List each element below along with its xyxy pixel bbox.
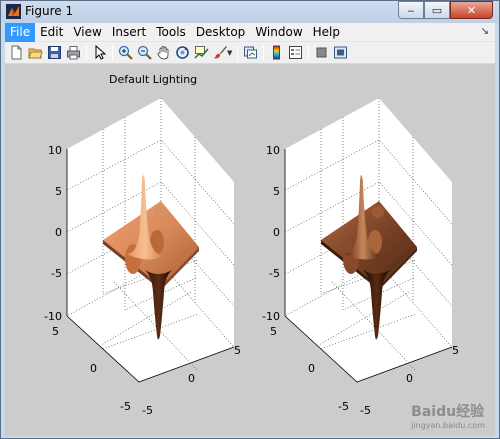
- watermark-subtext: jingyan.baidu.com: [411, 421, 485, 430]
- open-icon: [28, 48, 43, 59]
- close-button[interactable]: ✕: [450, 1, 493, 19]
- z-tick-label: 5: [55, 185, 62, 198]
- edit-plot-icon: [95, 45, 107, 60]
- menu-edit[interactable]: Edit: [35, 23, 68, 42]
- left-3d-axes[interactable]: 10 5 0 -5 -10 5 0 -5 5 0 -5: [5, 64, 250, 436]
- z-tick-label: -10: [262, 310, 280, 323]
- toolbar-separator: [86, 44, 87, 61]
- colorbar-icon: [273, 45, 281, 60]
- z-tick-label: 0: [55, 226, 62, 239]
- maximize-button[interactable]: ▭: [424, 1, 450, 19]
- y-tick-label: 0: [308, 362, 315, 375]
- watermark-text: Baidu经验: [411, 404, 485, 420]
- toolbar-separator: [237, 44, 239, 61]
- z-tick-label: 10: [48, 144, 62, 157]
- y-tick-label: 5: [52, 325, 59, 338]
- minimize-button[interactable]: ‒: [398, 1, 424, 19]
- hide-plot-tools-icon: [316, 47, 327, 58]
- toolbar-separator: [308, 44, 310, 61]
- menu-bar: File Edit View Insert Tools Desktop Wind…: [5, 22, 495, 42]
- z-tick-label: -10: [44, 310, 62, 323]
- show-plot-tools-button[interactable]: [331, 44, 350, 62]
- z-tick-label: 5: [273, 185, 280, 198]
- y-tick-label: -5: [338, 400, 349, 413]
- baidu-watermark: Baidu经验 jingyan.baidu.com: [411, 401, 485, 430]
- hide-plot-tools-button[interactable]: [312, 44, 331, 62]
- menu-window[interactable]: Window: [250, 23, 307, 42]
- x-tick-label: -5: [142, 404, 153, 417]
- y-tick-label: 5: [270, 325, 277, 338]
- zoom-in-icon: [118, 45, 133, 60]
- menu-insert[interactable]: Insert: [107, 23, 151, 42]
- legend-button[interactable]: [286, 44, 305, 62]
- z-tick-label: 0: [273, 226, 280, 239]
- figure-window: Figure 1 ‒ ▭ ✕ File Edit View Insert Too…: [0, 0, 500, 439]
- colorbar-button[interactable]: [267, 44, 286, 62]
- link-plot-button[interactable]: [241, 44, 260, 62]
- zoom-out-button[interactable]: [135, 44, 154, 62]
- menu-view[interactable]: View: [68, 23, 106, 42]
- data-cursor-icon: [194, 46, 209, 59]
- show-plot-tools-icon: [334, 46, 348, 59]
- open-button[interactable]: [26, 44, 45, 62]
- menu-help[interactable]: Help: [308, 23, 345, 42]
- brush-icon: [214, 46, 227, 59]
- dock-arrow-icon[interactable]: ↘: [481, 26, 489, 37]
- zoom-out-icon: [137, 45, 152, 60]
- rotate-3d-button[interactable]: [173, 44, 192, 62]
- toolbar-separator: [112, 44, 113, 61]
- brush-dropdown-icon[interactable]: ▼: [227, 49, 232, 57]
- new-figure-icon: [11, 45, 22, 60]
- z-tick-label: -5: [269, 267, 280, 280]
- save-icon: [48, 46, 61, 59]
- y-tick-label: -5: [120, 400, 131, 413]
- figure-canvas[interactable]: Default Lighting 10 5 0 -5 -10 5 0 -5 5 …: [5, 64, 495, 436]
- x-tick-label: -5: [360, 404, 371, 417]
- link-plot-icon: [244, 46, 258, 59]
- new-figure-button[interactable]: [7, 44, 26, 62]
- data-cursor-button[interactable]: [192, 44, 211, 62]
- surface-bump: [372, 206, 384, 218]
- zoom-in-button[interactable]: [116, 44, 135, 62]
- menu-tools[interactable]: Tools: [151, 23, 191, 42]
- z-tick-label: 10: [266, 144, 280, 157]
- close-icon: ✕: [466, 3, 477, 17]
- title-bar[interactable]: Figure 1 ‒ ▭ ✕: [1, 1, 499, 22]
- toolbar-separator: [263, 44, 265, 61]
- pan-icon: [157, 46, 169, 60]
- edit-plot-button[interactable]: [90, 44, 109, 62]
- surface-bump: [154, 206, 166, 218]
- maximize-icon: ▭: [431, 3, 443, 17]
- minimize-icon: ‒: [407, 3, 415, 17]
- legend-icon: [289, 46, 303, 59]
- x-tick-label: 0: [188, 372, 195, 385]
- window-title: Figure 1: [25, 4, 74, 18]
- menu-file[interactable]: File: [5, 22, 36, 42]
- print-icon: [67, 46, 80, 60]
- pan-button[interactable]: [154, 44, 173, 62]
- right-3d-axes[interactable]: 10 5 0 -5 -10 5 0 -5 5 0 -5: [223, 64, 483, 436]
- z-tick-label: -5: [51, 267, 62, 280]
- menu-desktop[interactable]: Desktop: [191, 23, 251, 42]
- rotate-3d-icon: [176, 46, 189, 59]
- x-tick-label: 0: [406, 372, 413, 385]
- figure-toolbar: ▼: [5, 42, 495, 64]
- save-button[interactable]: [45, 44, 64, 62]
- y-tick-label: 0: [90, 362, 97, 375]
- matlab-icon: [6, 4, 21, 19]
- window-controls: ‒ ▭ ✕: [398, 1, 493, 19]
- print-button[interactable]: [64, 44, 83, 62]
- x-tick-label: 5: [452, 344, 459, 357]
